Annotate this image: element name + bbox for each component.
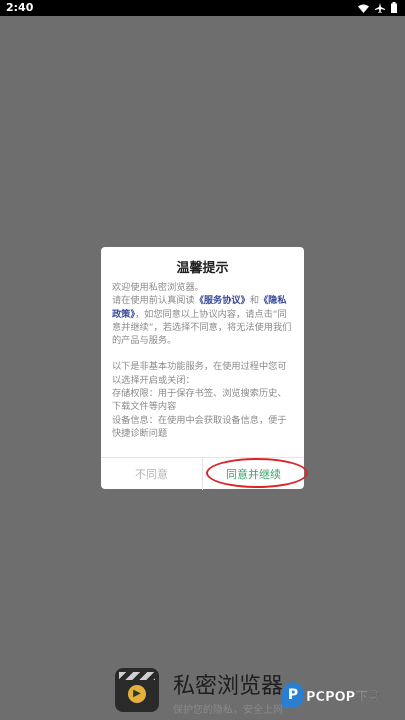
watermark-logo-icon: P bbox=[282, 682, 304, 708]
optional-services-intro: 以下是非基本功能服务，在使用过程中您可以选择开启或关闭： bbox=[112, 361, 287, 386]
status-time: 2:40 bbox=[6, 1, 34, 14]
status-bar: 2:40 bbox=[0, 0, 405, 16]
agreement-prefix: 请在使用前认真阅读 bbox=[112, 295, 195, 307]
app-name: 私密浏览器 bbox=[173, 674, 284, 699]
welcome-text: 欢迎使用私密浏览器。 bbox=[112, 282, 204, 293]
decline-button[interactable]: 不同意 bbox=[101, 458, 203, 490]
device-info-text: 设备信息：在使用中会获取设备信息，便于快捷诊断问题 bbox=[112, 414, 287, 439]
battery-icon bbox=[391, 2, 397, 16]
highlight-ellipse bbox=[206, 458, 308, 488]
airplane-icon bbox=[375, 2, 385, 16]
watermark-text: PCPOP下载 bbox=[306, 689, 382, 705]
status-icons bbox=[358, 2, 397, 16]
clapperboard-icon bbox=[119, 672, 155, 680]
storage-permission-text: 存储权限：用于保存书签、浏览搜索历史、下载文件等内容 bbox=[112, 388, 287, 413]
dialog-title: 温馨提示 bbox=[176, 261, 229, 276]
agreement-suffix: ，如您同意以上协议内容，请点击“同意并继续”，若选择不同意，将无法使用我们的产品… bbox=[112, 308, 292, 347]
wifi-icon bbox=[358, 3, 369, 16]
and-text: 和 bbox=[249, 295, 259, 307]
privacy-dialog: 温馨提示 欢迎使用私密浏览器。 请在使用前认真阅读《服务协议》和《隐私政策》，如… bbox=[101, 247, 304, 490]
play-icon: ▶ bbox=[128, 685, 146, 703]
agreement-paragraph: 请在使用前认真阅读《服务协议》和《隐私政策》，如您同意以上协议内容，请点击“同意… bbox=[112, 294, 295, 347]
watermark: P PCPOP下载 bbox=[282, 682, 381, 708]
dialog-body: 欢迎使用私密浏览器。 请在使用前认真阅读《服务协议》和《隐私政策》，如您同意以上… bbox=[112, 281, 295, 440]
app-tagline: 保护您的隐私，安全上网 bbox=[173, 705, 283, 716]
service-agreement-link[interactable]: 《服务协议》 bbox=[195, 295, 250, 306]
app-logo: ▶ bbox=[115, 668, 159, 712]
